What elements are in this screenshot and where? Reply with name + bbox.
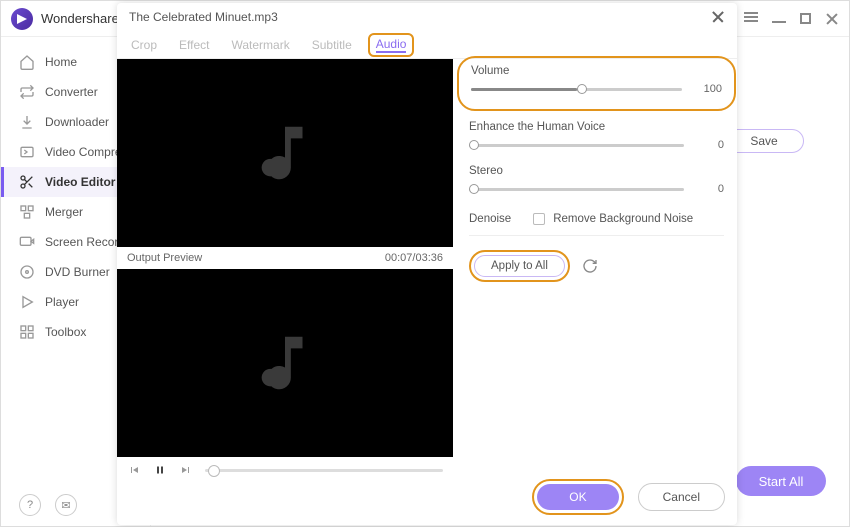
feedback-icon[interactable]: ✉ [55,494,77,516]
stereo-slider[interactable] [469,188,684,191]
seek-slider[interactable] [205,469,443,472]
output-preview-label: Output Preview [127,252,202,264]
grid-icon [19,324,35,340]
denoise-label: Denoise [469,213,511,225]
app-logo-icon [11,8,33,30]
sidebar-label: Toolbox [45,325,86,339]
dialog-close-button[interactable] [711,10,725,24]
apply-to-all-button[interactable]: Apply to All [474,255,565,277]
separator [469,235,724,236]
converter-icon [19,84,35,100]
tab-subtitle[interactable]: Subtitle [312,31,352,58]
play-icon [19,294,35,310]
prev-button[interactable] [127,463,141,477]
sidebar-label: Downloader [45,115,109,129]
volume-label: Volume [471,65,722,77]
sidebar-label: Player [45,295,79,309]
enhance-value: 0 [696,139,724,151]
sidebar-label: Converter [45,85,98,99]
cancel-button[interactable]: Cancel [638,483,725,511]
source-preview [117,59,453,247]
disc-icon [19,264,35,280]
tab-watermark[interactable]: Watermark [231,31,289,58]
output-preview [117,269,453,457]
music-note-icon [250,328,320,398]
editor-tabs: Crop Effect Watermark Subtitle Audio [117,31,737,59]
reset-icon[interactable] [582,258,598,274]
audio-editor-dialog: The Celebrated Minuet.mp3 Crop Effect Wa… [117,3,737,525]
tab-effect[interactable]: Effect [179,31,209,58]
highlight-audio-tab: Audio [368,33,415,57]
merge-icon [19,204,35,220]
window-close-button[interactable] [825,12,839,26]
highlight-apply-all: Apply to All [469,250,570,282]
sidebar-label: DVD Burner [45,265,110,279]
dialog-title: The Celebrated Minuet.mp3 [129,10,711,24]
stereo-value: 0 [696,183,724,195]
denoise-checkbox-label: Remove Background Noise [553,213,693,225]
scissors-icon [19,174,35,190]
sidebar-label: Merger [45,205,83,219]
compress-icon [19,144,35,160]
highlight-volume: Volume 100 [457,56,736,111]
preview-time: 00:07/03:36 [385,252,443,264]
next-button[interactable] [179,463,193,477]
ok-button[interactable]: OK [537,484,618,510]
enhance-slider[interactable] [469,144,684,147]
download-icon [19,114,35,130]
volume-value: 100 [694,83,722,95]
help-icon[interactable]: ? [19,494,41,516]
pause-button[interactable] [153,463,167,477]
volume-slider[interactable] [471,88,682,91]
menu-icon[interactable] [744,12,758,26]
stereo-label: Stereo [469,165,724,177]
record-icon [19,234,35,250]
minimize-button[interactable] [772,15,786,23]
maximize-button[interactable] [800,13,811,24]
sidebar-label: Home [45,55,77,69]
start-all-button[interactable]: Start All [736,466,826,496]
highlight-ok: OK [532,479,623,515]
enhance-label: Enhance the Human Voice [469,121,724,133]
music-note-icon [250,118,320,188]
home-icon [19,54,35,70]
sidebar-label: Video Editor [45,175,115,189]
tab-audio[interactable]: Audio [376,37,407,53]
denoise-checkbox[interactable] [533,213,545,225]
tab-crop[interactable]: Crop [131,31,157,58]
